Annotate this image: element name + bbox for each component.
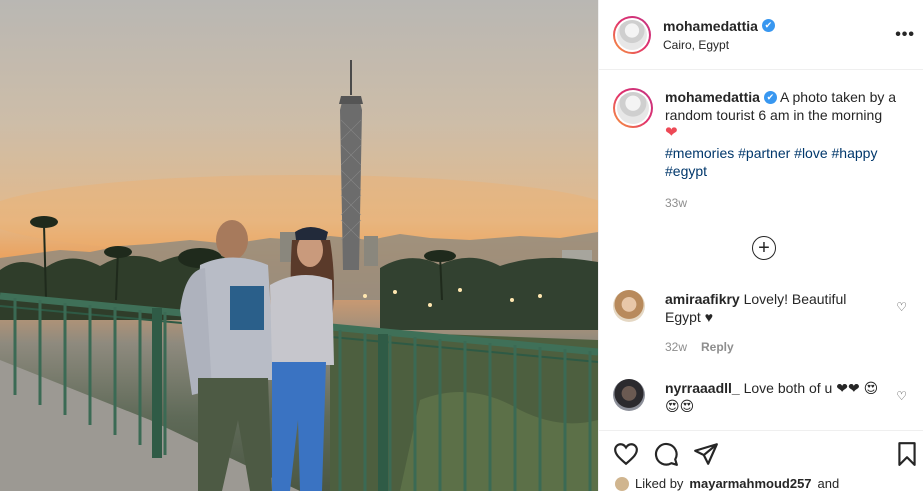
liked-by-summary: Liked by mayarmahmoud257 and	[615, 476, 839, 491]
reply-button[interactable]: Reply	[701, 338, 734, 356]
caption-avatar[interactable]	[613, 88, 653, 128]
post-caption: mohamedattia ✔ A photo taken by a random…	[613, 88, 909, 212]
commenter-username[interactable]: amiraafikry	[665, 291, 740, 307]
liker-username[interactable]: mayarmahmoud257	[689, 476, 811, 491]
comment-item: amiraafikry Lovely! Beautiful Egypt ♥ 32…	[613, 290, 913, 356]
load-more-comments-icon[interactable]: +	[752, 236, 776, 260]
photo-scene	[0, 60, 598, 491]
post-sidebar: mohamedattia ✔ Cairo, Egypt ••• mohameda…	[598, 0, 923, 491]
post-actions: Liked by mayarmahmoud257 and	[599, 430, 923, 491]
verified-icon: ✔	[761, 19, 775, 32]
author-username[interactable]: mohamedattia ✔	[663, 18, 775, 34]
share-direct-icon[interactable]	[693, 441, 719, 467]
liker-avatar[interactable]	[615, 476, 629, 491]
heart-emoji: ❤	[665, 124, 678, 141]
post-location[interactable]: Cairo, Egypt	[663, 38, 775, 52]
comment-icon[interactable]	[653, 441, 679, 467]
comment-like-icon[interactable]: ♡	[896, 389, 907, 403]
post-photo[interactable]	[0, 0, 598, 491]
commenter-avatar[interactable]	[613, 379, 645, 411]
commenter-username[interactable]: nyrraaadll_	[665, 380, 740, 396]
post-header: mohamedattia ✔ Cairo, Egypt •••	[599, 0, 923, 70]
author-avatar[interactable]	[613, 15, 651, 54]
commenter-avatar[interactable]	[613, 290, 645, 322]
comment-item: nyrraaadll_ Love both of u ❤❤ 😍😍😍 ♡	[613, 379, 913, 415]
verified-icon: ✔	[763, 90, 777, 104]
save-bookmark-icon[interactable]	[894, 441, 920, 467]
comment-like-icon[interactable]: ♡	[896, 300, 907, 314]
more-options-icon[interactable]: •••	[895, 26, 915, 44]
liked-by-prefix: Liked by	[635, 476, 684, 491]
hashtags[interactable]: #memories #partner #love #happy #egypt	[665, 144, 905, 180]
liked-by-suffix: and	[817, 476, 840, 491]
comment-age[interactable]: 32w	[665, 338, 687, 356]
caption-username[interactable]: mohamedattia ✔	[665, 88, 777, 106]
like-heart-icon[interactable]	[613, 441, 639, 467]
post-age[interactable]: 33w	[665, 194, 905, 212]
